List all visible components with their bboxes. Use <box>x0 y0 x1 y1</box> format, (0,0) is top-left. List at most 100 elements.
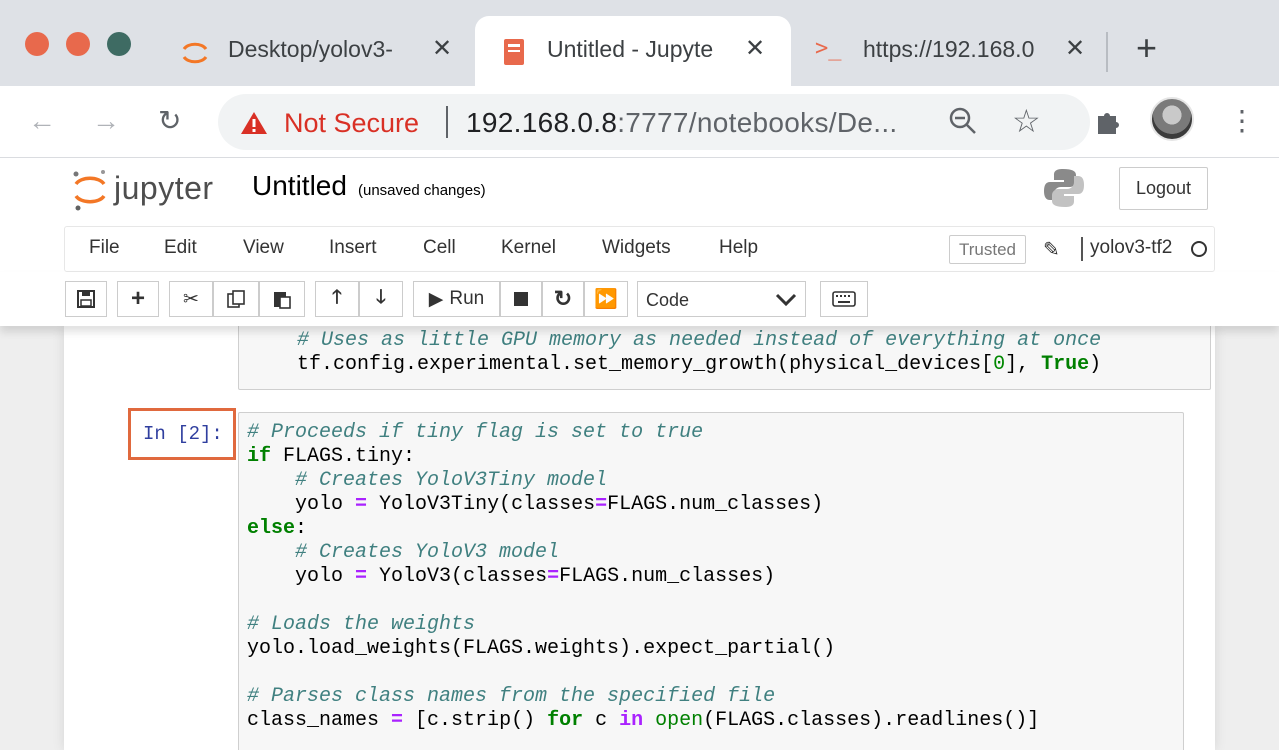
menu-file[interactable]: File <box>89 237 120 259</box>
jupyter-favicon-icon <box>182 42 208 64</box>
cell-type-select[interactable]: Code <box>637 281 806 317</box>
new-tab-icon[interactable]: + <box>1136 28 1157 68</box>
notebook-name[interactable]: Untitled <box>252 170 347 202</box>
not-secure-label: Not Secure <box>284 108 420 138</box>
paste-button[interactable] <box>259 281 305 317</box>
move-up-button[interactable]: 🡑 <box>315 281 359 317</box>
interrupt-button[interactable] <box>500 281 542 317</box>
browser-menu-icon[interactable]: ⋮ <box>1228 104 1256 138</box>
code-line: tf.config.experimental.set_memory_growth… <box>297 353 1102 376</box>
notebook-scroll-area[interactable]: # Uses as little GPU memory as needed in… <box>0 326 1279 750</box>
save-status: (unsaved changes) <box>358 182 486 199</box>
code-line: yolo = YoloV3Tiny(classes=FLAGS.num_clas… <box>247 493 824 516</box>
cut-button[interactable]: ✂ <box>169 281 213 317</box>
cell-type-value: Code <box>646 290 690 310</box>
kernel-idle-indicator-icon <box>1191 241 1207 257</box>
code-block: # Proceeds if tiny flag is set to true i… <box>247 421 1039 733</box>
move-down-button[interactable]: 🡓 <box>359 281 403 317</box>
code-line: yolo = YoloV3(classes=FLAGS.num_classes) <box>247 565 776 588</box>
menu-help[interactable]: Help <box>719 237 758 259</box>
forward-arrow-icon[interactable]: → <box>92 104 120 138</box>
reload-icon[interactable]: ↻ <box>158 104 181 138</box>
kernel-name[interactable]: yolov3-tf2 <box>1090 237 1172 259</box>
notebook-container: # Uses as little GPU memory as needed in… <box>64 326 1215 750</box>
trusted-badge[interactable]: Trusted <box>949 235 1026 264</box>
code-comment: # Loads the weights <box>247 613 476 636</box>
arrow-up-icon: 🡑 <box>332 287 342 308</box>
tab-divider <box>1106 32 1108 72</box>
url-text: 192.168.0.8:7777/notebooks/De... <box>466 107 898 139</box>
save-icon <box>77 290 95 308</box>
browser-tab-terminal[interactable]: >_ https://192.168.0 ✕ <box>795 16 1095 86</box>
restart-button[interactable]: ↻ <box>542 281 584 317</box>
bookmark-star-icon[interactable]: ☆ <box>1012 102 1041 140</box>
close-icon[interactable]: ✕ <box>745 34 765 63</box>
browser-toolbar: ← → ↻ Not Secure 192.168.0.8:7777/notebo… <box>0 86 1279 158</box>
jupyter-logo-text: jupyter <box>114 170 214 206</box>
python-logo-icon <box>1044 169 1084 207</box>
close-icon[interactable]: ✕ <box>432 34 452 63</box>
code-comment: # Creates YoloV3Tiny model <box>247 469 608 492</box>
run-button[interactable]: ▶ Run <box>413 281 500 317</box>
insert-cell-button[interactable]: + <box>117 281 159 317</box>
copy-icon <box>227 290 245 308</box>
code-cell-editor[interactable]: # Uses as little GPU memory as needed in… <box>238 326 1211 390</box>
code-block: # Uses as little GPU memory as needed in… <box>297 329 1101 377</box>
input-prompt: In [2]: <box>143 423 223 445</box>
code-comment: # Proceeds if tiny flag is set to true <box>247 421 704 444</box>
plus-icon: + <box>130 285 145 312</box>
menu-insert[interactable]: Insert <box>329 237 377 259</box>
menu-view[interactable]: View <box>243 237 284 259</box>
browser-tab-untitled[interactable]: Untitled - Jupyte ✕ <box>475 16 791 86</box>
code-line: yolo.load_weights(FLAGS.weights).expect_… <box>247 637 836 660</box>
address-bar[interactable]: Not Secure 192.168.0.8:7777/notebooks/De… <box>218 94 1090 150</box>
notebook-favicon-icon <box>504 39 524 65</box>
stop-icon <box>514 292 528 306</box>
extensions-puzzle-icon[interactable] <box>1094 106 1124 136</box>
window-minimize-button[interactable] <box>66 32 90 56</box>
scissors-icon: ✂ <box>183 288 199 310</box>
jupyter-header: jupyter Untitled (unsaved changes) Logou… <box>0 158 1279 226</box>
tab-title: Desktop/yolov3- <box>228 36 393 62</box>
tab-title: Untitled - Jupyte <box>547 36 714 62</box>
code-line: else: <box>247 517 308 540</box>
url-host: 192.168.0.8 <box>466 107 618 138</box>
warning-icon <box>241 112 267 134</box>
paste-icon <box>274 292 291 309</box>
copy-button[interactable] <box>213 281 259 317</box>
input-prompt-highlight: In [2]: <box>128 408 236 460</box>
play-icon: ▶ <box>428 288 444 310</box>
profile-avatar[interactable] <box>1150 97 1194 141</box>
keyboard-icon <box>832 291 856 307</box>
notebook-toolbar: + ✂ 🡑 🡓 ▶ Run ↻ ⏩ Code <box>0 272 1279 326</box>
menu-cell[interactable]: Cell <box>423 237 456 259</box>
address-separator <box>446 106 448 138</box>
run-label: Run <box>449 288 485 309</box>
arrow-down-icon: 🡓 <box>376 287 386 308</box>
window-close-button[interactable] <box>25 32 49 56</box>
logout-button[interactable]: Logout <box>1119 167 1208 210</box>
back-arrow-icon[interactable]: ← <box>28 104 56 138</box>
save-button[interactable] <box>65 281 107 317</box>
browser-tab-strip: Desktop/yolov3- ✕ Untitled - Jupyte ✕ >_… <box>0 0 1279 86</box>
menu-kernel[interactable]: Kernel <box>501 237 556 259</box>
menu-edit[interactable]: Edit <box>164 237 197 259</box>
tab-title: https://192.168.0 <box>863 36 1035 62</box>
code-cell-editor[interactable]: # Proceeds if tiny flag is set to true i… <box>238 412 1184 750</box>
jupyter-logo-icon[interactable] <box>70 168 110 212</box>
window-zoom-button[interactable] <box>107 32 131 56</box>
fast-forward-icon: ⏩ <box>594 289 618 310</box>
chevron-down-icon <box>775 293 797 307</box>
browser-tab-desktop[interactable]: Desktop/yolov3- ✕ <box>160 16 470 86</box>
close-icon[interactable]: ✕ <box>1065 34 1085 63</box>
jupyter-menubar: File Edit View Insert Cell Kernel Widget… <box>64 226 1215 272</box>
code-comment: # Creates YoloV3 model <box>247 541 560 564</box>
restart-icon: ↻ <box>553 286 573 311</box>
code-line: class_names = [c.strip() for c in open(F… <box>247 709 1040 732</box>
zoom-out-icon[interactable] <box>948 106 978 136</box>
restart-run-all-button[interactable]: ⏩ <box>584 281 628 317</box>
menu-widgets[interactable]: Widgets <box>602 237 671 259</box>
kernel-separator <box>1081 237 1083 261</box>
command-palette-button[interactable] <box>820 281 868 317</box>
edit-mode-pencil-icon: ✎ <box>1043 239 1060 261</box>
